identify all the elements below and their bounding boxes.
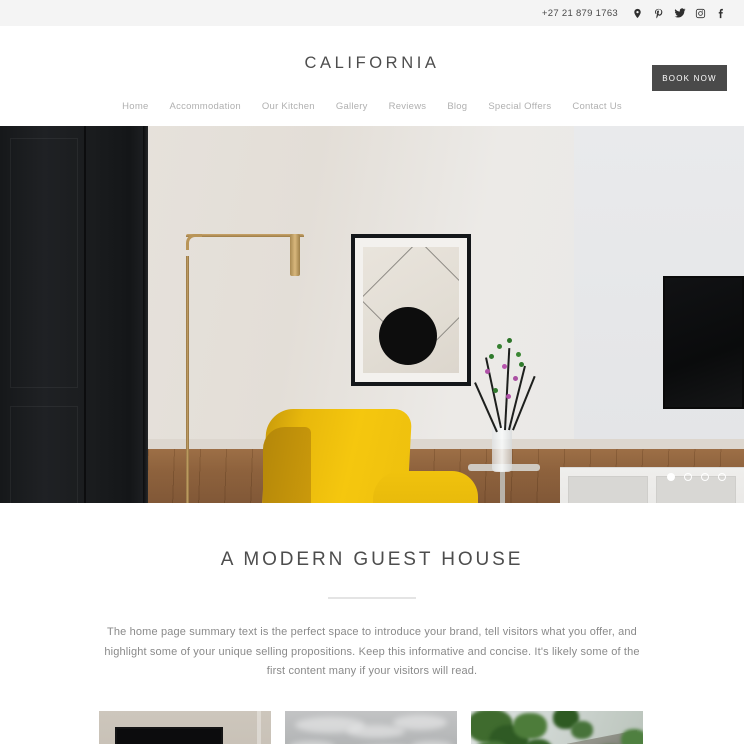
thumb-tv-shape: [115, 726, 223, 744]
nav-item-home[interactable]: Home: [122, 101, 148, 112]
hero-carousel: THE FASHION: [0, 126, 744, 503]
location-pin-icon[interactable]: [631, 7, 644, 20]
page-title: A MODERN GUEST HOUSE: [220, 549, 524, 570]
carousel-dots: [667, 473, 726, 481]
intro-paragraph: The home page summary text is the perfec…: [104, 626, 640, 677]
dark-wood-door: [0, 126, 148, 503]
facebook-icon[interactable]: [715, 7, 728, 20]
thumb-sky[interactable]: [285, 710, 457, 744]
phone-number[interactable]: +27 21 879 1763: [542, 8, 618, 19]
yellow-armchair: [255, 409, 478, 503]
intro-section: A MODERN GUEST HOUSE The home page summa…: [0, 503, 744, 682]
main-navigation: Home Accommodation Our Kitchen Gallery R…: [0, 100, 744, 126]
site-header: CALIFORNIA BOOK NOW: [0, 26, 744, 100]
nav-item-our-kitchen[interactable]: Our Kitchen: [262, 101, 315, 112]
feature-thumbnail-row: [0, 682, 744, 744]
top-utility-bar: +27 21 879 1763: [0, 0, 744, 26]
framed-artwork: [351, 234, 471, 386]
site-logo[interactable]: CALIFORNIA: [304, 54, 439, 73]
carousel-dot-2[interactable]: [684, 473, 692, 481]
section-divider: [328, 597, 416, 599]
floor-lamp-arm: [186, 234, 304, 237]
hero-image: THE FASHION: [0, 126, 744, 503]
nav-item-special-offers[interactable]: Special Offers: [488, 101, 551, 112]
social-links: [631, 7, 728, 20]
nav-item-accommodation[interactable]: Accommodation: [170, 101, 241, 112]
carousel-dot-4[interactable]: [718, 473, 726, 481]
thumb-interior[interactable]: [99, 710, 271, 744]
carousel-dot-1[interactable]: [667, 473, 675, 481]
nav-item-contact-us[interactable]: Contact Us: [572, 101, 622, 112]
nav-item-blog[interactable]: Blog: [447, 101, 467, 112]
nav-item-reviews[interactable]: Reviews: [389, 101, 427, 112]
wall-tv-panel: [663, 276, 744, 409]
floor-lamp-head: [290, 234, 300, 276]
nav-item-gallery[interactable]: Gallery: [336, 101, 368, 112]
floor-lamp-pole: [186, 256, 189, 503]
pinterest-icon[interactable]: [652, 7, 665, 20]
book-now-button[interactable]: BOOK NOW: [652, 65, 727, 91]
instagram-icon[interactable]: [694, 7, 707, 20]
carousel-dot-3[interactable]: [701, 473, 709, 481]
twitter-icon[interactable]: [673, 7, 686, 20]
thumb-garden[interactable]: [471, 710, 643, 744]
